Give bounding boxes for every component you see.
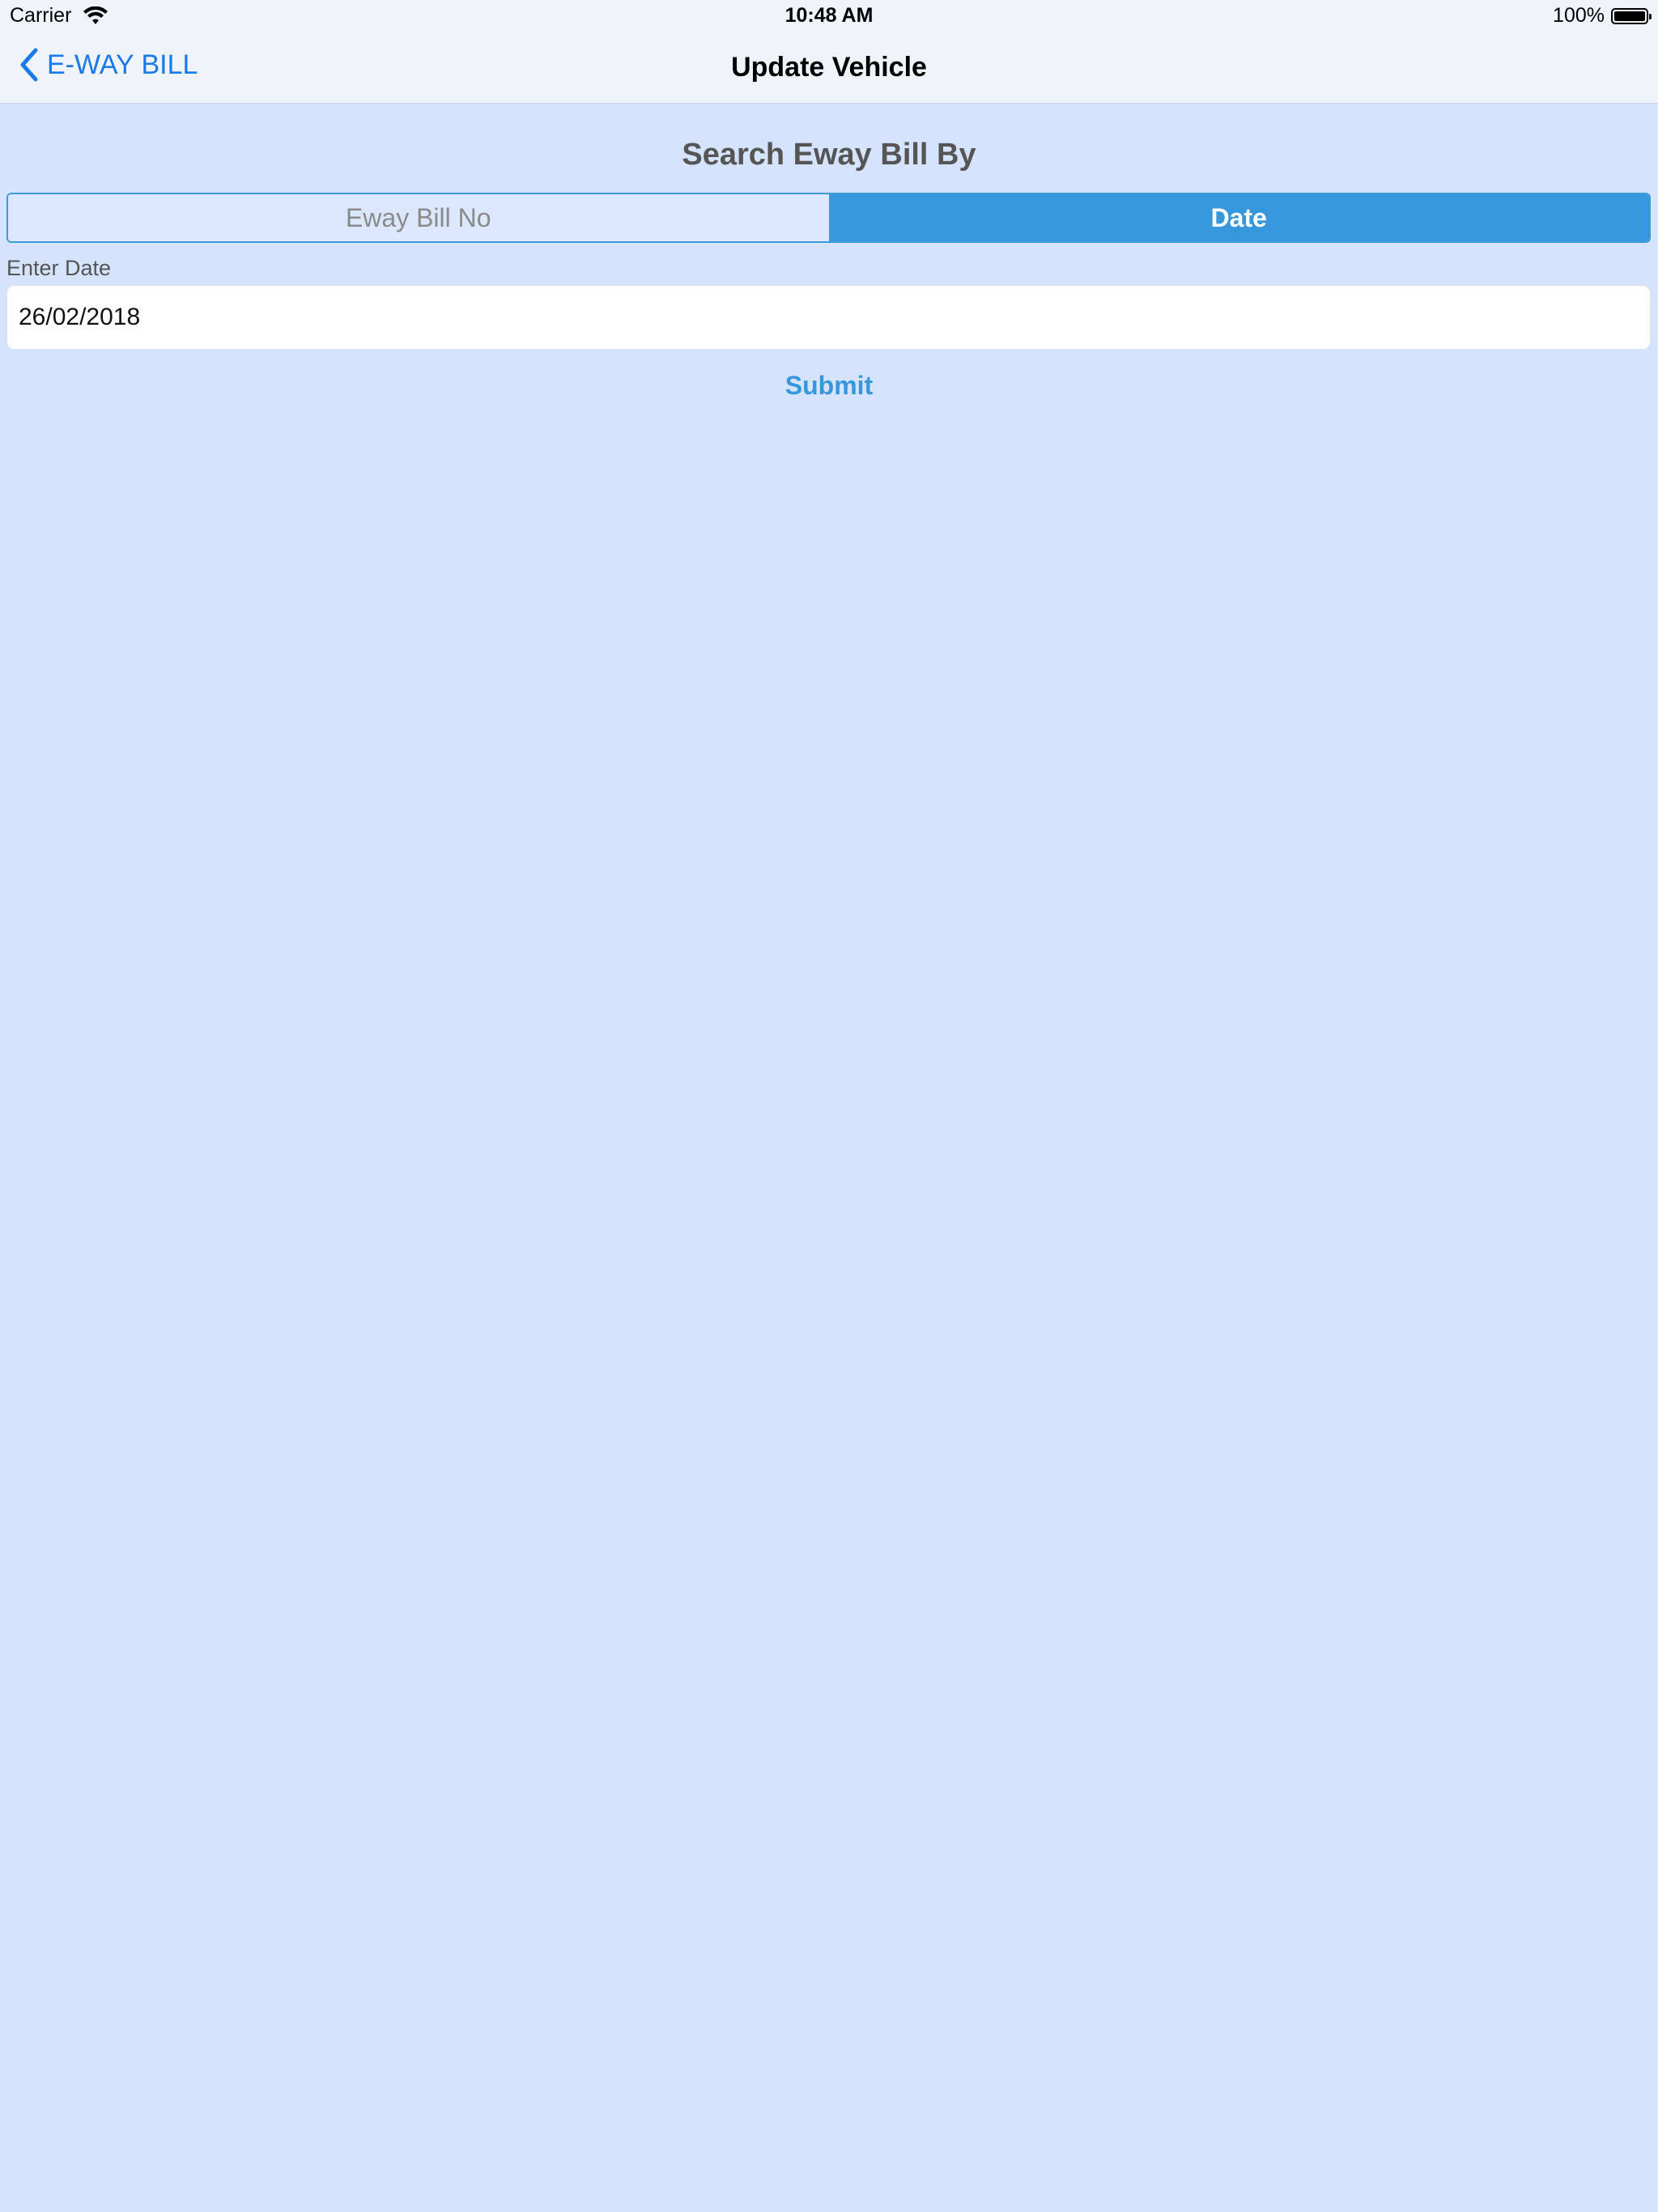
search-mode-segmented-control: Eway Bill No Date [6,193,1651,243]
search-section-title: Search Eway Bill By [682,138,976,172]
navigation-bar: E-WAY BILL Update Vehicle [0,32,1658,104]
battery-percent: 100% [1553,4,1605,27]
segment-eway-bill-no[interactable]: Eway Bill No [8,194,829,241]
segment-date[interactable]: Date [828,194,1649,241]
status-right: 100% [1553,4,1652,28]
enter-date-label: Enter Date [6,256,112,280]
status-bar: Carrier 10:48 AM 100% [0,0,1658,32]
date-input[interactable] [6,285,1651,350]
page-title: Update Vehicle [731,52,927,83]
submit-button[interactable]: Submit [0,371,1658,401]
status-time: 10:48 AM [784,4,874,27]
battery-icon [1611,7,1652,24]
